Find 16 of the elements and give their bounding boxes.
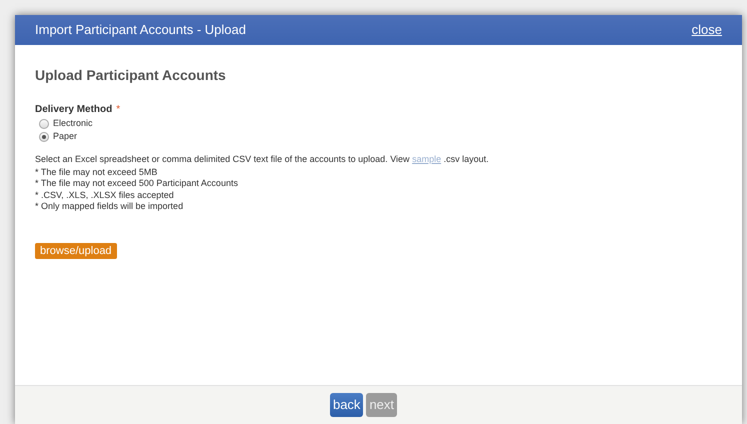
radio-option[interactable]: Paper [39,130,722,143]
field-label: Delivery Method [35,103,112,117]
rule-text: * Only mapped fields will be imported [35,201,184,212]
rule-text: * The file may not exceed 500 Participant Accounts [35,178,239,190]
radio-button[interactable] [39,132,49,142]
radio-option[interactable]: Electronic [39,117,722,130]
instructions-text: Select an Excel spreadsheet or comma delimited CSV text file of the accounts to upload. View sample .csv layout. [35,153,490,166]
rule-text: * The file may not exceed 5MB [35,166,158,178]
radio-button[interactable] [39,118,49,128]
browse-upload-button[interactable]: browse/upload [35,242,117,258]
close-link[interactable]: close [692,20,722,40]
footer-button[interactable]: back [330,393,364,417]
dialog-title: Import Participant Accounts - Upload [35,21,246,40]
section-heading: Upload Participant Accounts [35,66,227,85]
required-mark: * [116,103,120,117]
rule-text: * .CSV, .XLS, .XLSX files accepted [35,190,175,201]
